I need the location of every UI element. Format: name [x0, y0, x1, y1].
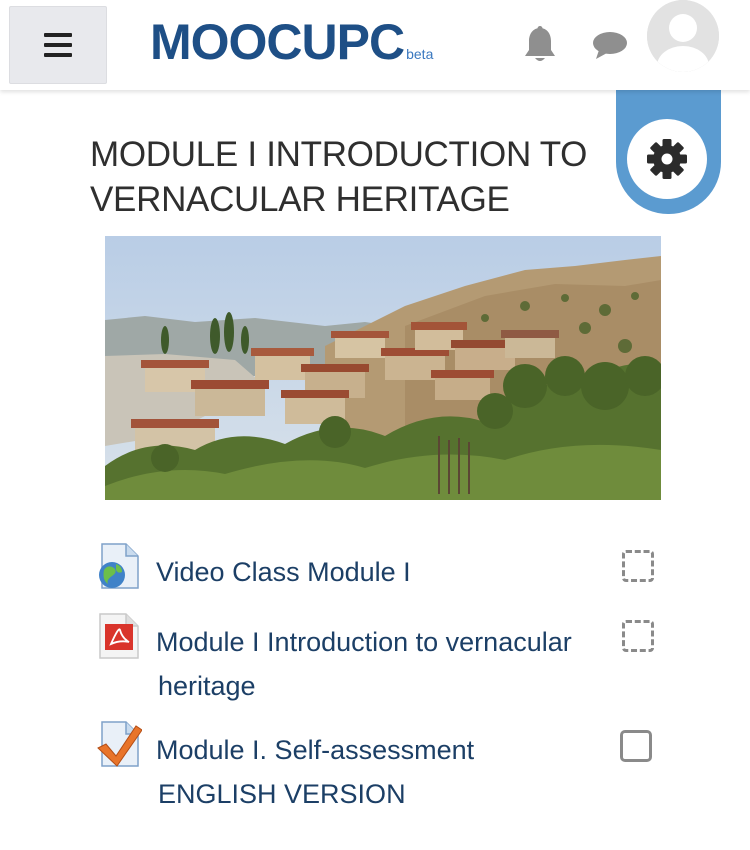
messages-button[interactable] — [590, 28, 630, 62]
completion-checkbox[interactable] — [620, 730, 652, 762]
pdf-file-icon — [99, 613, 139, 659]
site-logo[interactable]: MOOCUPC beta — [150, 14, 433, 70]
quiz-checkmark-icon — [97, 721, 142, 767]
page-title: MODULE I INTRODUCTION TO VERNACULAR HERI… — [90, 135, 588, 219]
activity-link-line2[interactable]: heritage — [158, 664, 256, 708]
hamburger-icon — [44, 33, 72, 57]
gear-icon — [647, 139, 687, 179]
user-avatar-icon — [647, 0, 719, 72]
activity-link[interactable]: Module I Introduction to vernacular — [156, 620, 572, 664]
completion-checkbox[interactable] — [622, 620, 654, 652]
completion-checkbox[interactable] — [622, 550, 654, 582]
url-globe-icon — [99, 543, 139, 589]
chat-bubble-icon — [593, 32, 627, 59]
bell-icon — [525, 26, 555, 61]
menu-button[interactable] — [9, 6, 107, 84]
top-navbar: MOOCUPC beta — [0, 0, 750, 90]
activity-link-line2[interactable]: ENGLISH VERSION — [158, 772, 406, 816]
user-avatar[interactable] — [647, 0, 719, 72]
settings-button[interactable] — [627, 119, 707, 199]
logo-text: MOOCUPC — [150, 14, 405, 70]
notifications-button[interactable] — [522, 25, 558, 65]
logo-beta-label: beta — [406, 46, 434, 62]
activity-link[interactable]: Module I. Self-assessment — [156, 728, 474, 772]
module-banner-image — [105, 236, 661, 500]
activity-link[interactable]: Video Class Module I — [156, 550, 411, 594]
